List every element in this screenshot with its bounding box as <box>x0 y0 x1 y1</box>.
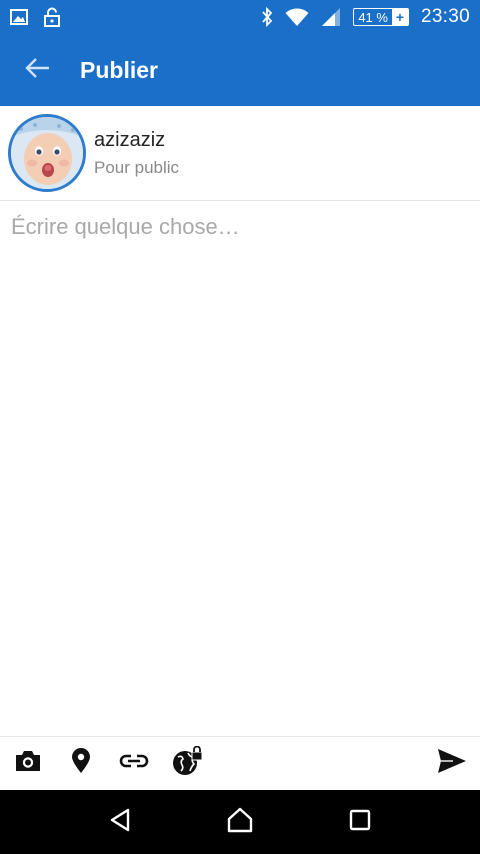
avatar[interactable] <box>8 114 86 192</box>
clock: 23:30 <box>420 6 470 27</box>
add-photo-button[interactable] <box>10 746 46 782</box>
back-button[interactable] <box>0 34 76 106</box>
audience-selector[interactable]: Pour public <box>94 158 179 178</box>
app-bar: Publier <box>0 34 480 106</box>
recents-square-icon <box>349 809 371 836</box>
baby-avatar-image <box>11 117 83 189</box>
privacy-button[interactable] <box>169 745 205 782</box>
location-pin-icon <box>71 748 91 779</box>
globe-lock-icon <box>171 745 203 781</box>
compose-area <box>0 202 480 736</box>
camera-icon <box>14 749 42 778</box>
add-link-button[interactable] <box>116 746 152 782</box>
wifi-icon <box>285 7 309 27</box>
nav-back-button[interactable] <box>90 790 150 854</box>
status-bar: 41 % + 23:30 <box>0 0 480 34</box>
page-title: Publier <box>80 56 158 83</box>
status-left-icons <box>10 7 60 27</box>
author-name: azizaziz <box>94 128 166 151</box>
send-button[interactable] <box>432 744 472 784</box>
nav-home-button[interactable] <box>210 790 270 854</box>
send-icon <box>437 748 467 779</box>
signal-icon <box>321 7 341 27</box>
home-icon <box>226 807 254 838</box>
nav-recents-button[interactable] <box>330 790 390 854</box>
lock-icon <box>44 7 60 27</box>
status-right-icons: 41 % + 23:30 <box>261 6 470 28</box>
system-nav-bar <box>0 790 480 854</box>
post-text-input[interactable] <box>0 202 480 736</box>
bluetooth-icon <box>261 7 273 27</box>
author-info: azizaziz Pour public <box>94 129 179 178</box>
arrow-left-icon <box>25 57 51 84</box>
link-icon <box>119 753 149 774</box>
add-location-button[interactable] <box>63 746 99 782</box>
author-row: azizaziz Pour public <box>0 106 480 201</box>
post-toolbar <box>0 736 480 790</box>
image-icon <box>10 9 28 25</box>
battery-charging-symbol: + <box>391 9 408 25</box>
battery-indicator: 41 % + <box>353 8 409 26</box>
back-triangle-icon <box>109 808 131 837</box>
